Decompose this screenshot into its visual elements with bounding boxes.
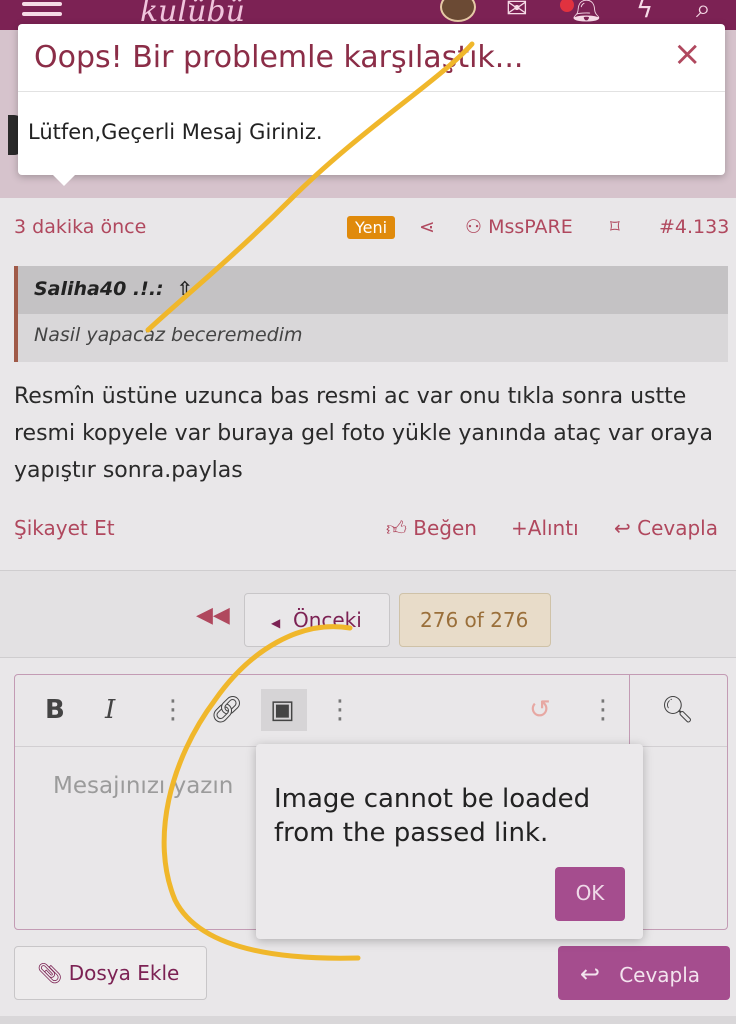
pagination: ◀◀ ◀ Önceki 276 of 276 (0, 570, 736, 658)
lightning-icon[interactable]: ϟ (636, 0, 653, 24)
arrow-up-circle-icon[interactable]: ⇧ (170, 278, 193, 300)
menu-icon[interactable] (22, 2, 62, 22)
dialog-message: Image cannot be loaded from the passed l… (274, 784, 591, 848)
quote-button[interactable]: +Alıntı (511, 516, 579, 540)
toolbar-divider (629, 675, 630, 747)
quote-author: Saliha40 .!.: (34, 278, 164, 300)
avatar[interactable] (440, 0, 476, 22)
modal-pointer (52, 174, 76, 186)
first-page-icon[interactable]: ◀◀ (196, 603, 230, 628)
search-icon[interactable]: ⌕ (696, 0, 711, 25)
reply-link[interactable]: ↩ Cevapla (614, 516, 718, 540)
close-icon[interactable]: × (673, 34, 702, 74)
attach-file-button[interactable]: 📎︎ Dosya Ekle (14, 946, 207, 1000)
image-icon[interactable]: ▣ (261, 689, 307, 731)
new-badge: Yeni (347, 216, 396, 239)
mail-icon[interactable]: ✉ (506, 0, 528, 24)
italic-button[interactable]: I (105, 695, 115, 725)
image-load-error-dialog: Image cannot be loaded from the passed l… (256, 744, 643, 939)
bottom-divider (0, 1016, 736, 1024)
chevron-left-icon: ◀ (271, 616, 281, 630)
preview-icon[interactable]: 🔍︎ (661, 695, 694, 725)
like-label: Beğen (413, 516, 477, 540)
message-input[interactable]: Mesajınızı yazın (53, 773, 233, 799)
reply-arrow-icon-2: ↩ (580, 960, 601, 988)
page-indicator[interactable]: 276 of 276 (399, 593, 551, 647)
quote-header[interactable]: Saliha40 .!.: ⇧ (18, 266, 728, 314)
report-link[interactable]: Şikayet Et (14, 516, 115, 540)
post-time[interactable]: 3 dakika önce (14, 216, 146, 238)
more-options-icon-2[interactable]: ⋮ (327, 695, 353, 725)
more-options-icon-3[interactable]: ⋮ (590, 695, 616, 725)
user-icon: ⚇ (465, 216, 483, 238)
link-icon[interactable]: 🔗︎ (210, 695, 243, 725)
previous-label: Önceki (292, 608, 362, 632)
reply-button[interactable]: ↩ Cevapla (558, 946, 730, 1000)
attach-label: Dosya Ekle (68, 961, 180, 985)
reply-arrow-icon: ↩ (614, 516, 631, 540)
undo-icon[interactable]: ↺ (529, 695, 551, 725)
post-body: Resmîn üstüne uzunca bas resmi ac var on… (14, 384, 714, 483)
ok-button[interactable]: OK (555, 867, 625, 921)
bookmark-icon[interactable]: ⌑ (610, 216, 620, 238)
post-number[interactable]: #4.133 (659, 216, 729, 238)
like-button[interactable]: 👍︎ Beğen (386, 516, 477, 541)
error-modal: Oops! Bir problemle karşılaştık... × Lüt… (18, 24, 725, 186)
modal-message: Lütfen,Geçerli Mesaj Giriniz. (28, 120, 323, 144)
bold-button[interactable]: B (45, 695, 65, 725)
plus-icon: + (511, 516, 528, 540)
bell-icon[interactable]: 🔔︎ (570, 0, 603, 24)
thumbs-up-icon: 👍︎ (386, 516, 407, 540)
reply-label: Cevapla (637, 516, 718, 540)
post-meta: 3 dakika önce Yeni ⋖ ⚇ MssPARE ⌑ #4.133 (14, 216, 730, 240)
author-name: MssPARE (488, 216, 573, 238)
reply-button-label: Cevapla (619, 963, 701, 987)
quote-label: Alıntı (527, 516, 579, 540)
post-author[interactable]: ⚇ MssPARE (465, 216, 573, 238)
more-options-icon[interactable]: ⋮ (160, 695, 186, 725)
quote-text: Nasil yapacaz beceremedim (34, 324, 303, 346)
editor-toolbar: B I ⋮ 🔗︎ ▣ ⋮ ↺ ⋮ 🔍︎ (15, 675, 727, 747)
quote-block: Saliha40 .!.: ⇧ Nasil yapacaz beceremedi… (14, 266, 728, 362)
paperclip-icon: 📎︎ (37, 961, 63, 985)
forum-post: 3 dakika önce Yeni ⋖ ⚇ MssPARE ⌑ #4.133 … (0, 198, 736, 570)
modal-header: Oops! Bir problemle karşılaştık... × (18, 24, 725, 92)
post-actions: Şikayet Et 👍︎ Beğen +Alıntı ↩ Cevapla (14, 516, 728, 546)
modal-title: Oops! Bir problemle karşılaştık... (34, 40, 524, 75)
previous-page-button[interactable]: ◀ Önceki (244, 593, 390, 647)
share-icon[interactable]: ⋖ (419, 216, 435, 238)
